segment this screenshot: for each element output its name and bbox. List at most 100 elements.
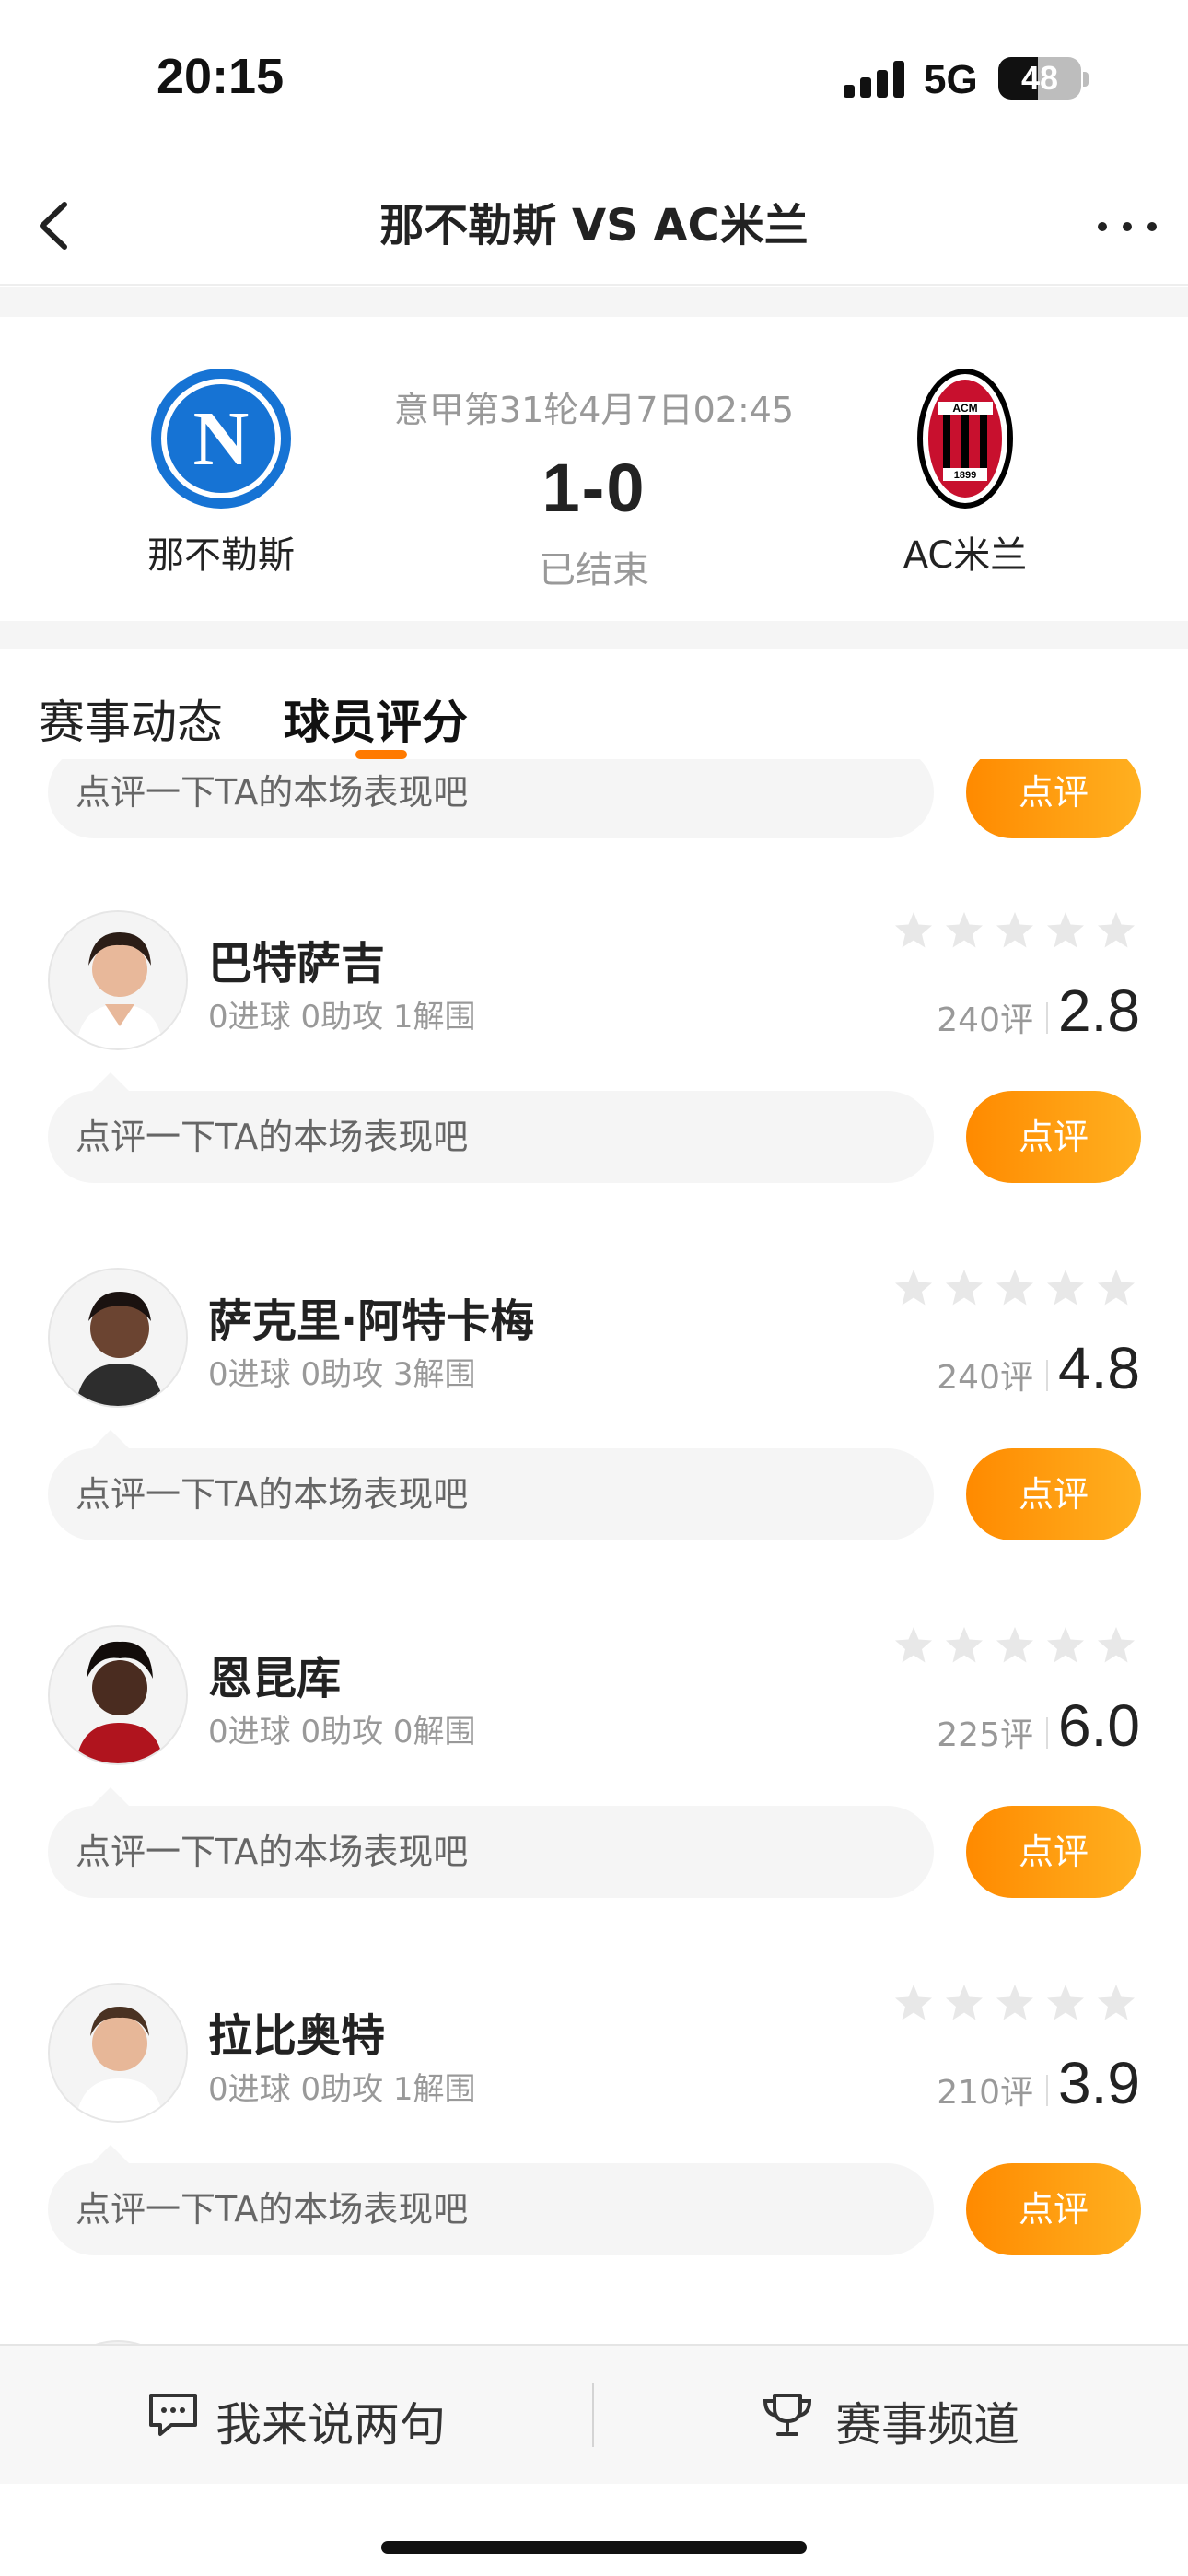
star-icon[interactable]	[1045, 1983, 1086, 2023]
rate-button[interactable]: 点评	[966, 2163, 1141, 2255]
status-bar: 20:15 5G 48	[0, 0, 1188, 138]
home-team[interactable]: N 那不勒斯	[101, 365, 341, 579]
more-button[interactable]	[1090, 193, 1164, 258]
section-divider	[0, 287, 1188, 317]
star-icon[interactable]	[1045, 1625, 1086, 1666]
napoli-logo: N	[147, 365, 295, 512]
rating-stars[interactable]	[893, 910, 1136, 954]
count-divider	[1046, 1717, 1048, 1749]
comment-input[interactable]: 点评一下TA的本场表现吧	[48, 1091, 934, 1183]
rate-button[interactable]: 点评	[966, 1806, 1141, 1898]
ac-milan-logo: ACM 1899	[891, 365, 1039, 512]
avatar[interactable]	[48, 1983, 188, 2123]
svg-text:1899: 1899	[954, 470, 976, 481]
away-team-name: AC米兰	[903, 534, 1028, 577]
review-count: 210评	[937, 2074, 1033, 2112]
player-name: 恩昆库	[208, 1653, 342, 1704]
star-icon[interactable]	[944, 1625, 984, 1666]
star-icon[interactable]	[944, 1268, 984, 1308]
bubble-tail	[92, 1430, 129, 1448]
comment-button[interactable]: 我来说两句	[0, 2346, 594, 2484]
match-header: N 那不勒斯 意甲第31轮4月7日02:45 1-0 已结束 ACM 1899 …	[0, 317, 1188, 621]
star-icon[interactable]	[1045, 1268, 1086, 1308]
battery-level: 48	[1020, 59, 1059, 97]
star-icon[interactable]	[893, 910, 934, 951]
review-count: 225评	[937, 1716, 1033, 1754]
rate-button[interactable]: 点评	[966, 1448, 1141, 1540]
comment-input[interactable]: 点评一下TA的本场表现吧	[48, 1448, 934, 1540]
avatar[interactable]	[48, 1268, 188, 1408]
star-icon[interactable]	[1096, 1983, 1136, 2023]
star-icon[interactable]	[893, 1625, 934, 1666]
player-card: 巴特萨吉 0进球 0助攻 1解围 240评 2.8 点评一下TA的本场表现吧 点…	[0, 910, 1188, 1268]
rate-button[interactable]: 点评	[966, 759, 1141, 838]
star-icon[interactable]	[995, 910, 1035, 951]
star-icon[interactable]	[1045, 910, 1086, 951]
signal-icon	[844, 61, 904, 98]
player-rating: 4.8	[1058, 1335, 1140, 1401]
match-score: 1-0	[542, 450, 646, 526]
player-name: 巴特萨吉	[208, 938, 386, 989]
away-team[interactable]: ACM 1899 AC米兰	[845, 365, 1085, 579]
player-card: 点评一下TA的本场表现吧 点评	[0, 759, 1188, 923]
avatar[interactable]	[48, 1625, 188, 1765]
count-divider	[1046, 1360, 1048, 1391]
tab-bar: 赛事动态 球员评分	[0, 649, 1188, 759]
star-icon[interactable]	[995, 1625, 1035, 1666]
star-icon[interactable]	[995, 1983, 1035, 2023]
player-rating: 6.0	[1058, 1692, 1140, 1759]
channel-button-label: 赛事频道	[835, 2398, 1019, 2452]
rating-stars[interactable]	[893, 1983, 1136, 2027]
network-label: 5G	[924, 57, 978, 102]
match-summary: 意甲第31轮4月7日02:45 1-0 已结束	[364, 381, 824, 593]
rating-stars[interactable]	[893, 1268, 1136, 1312]
trophy-icon	[763, 2394, 812, 2436]
player-list[interactable]: 点评一下TA的本场表现吧 点评 巴特萨吉 0进球 0助攻 1解围 240评 2.…	[0, 759, 1188, 2344]
star-icon[interactable]	[995, 1268, 1035, 1308]
comment-input[interactable]: 点评一下TA的本场表现吧	[48, 759, 934, 838]
chat-icon	[149, 2394, 197, 2436]
player-rating: 2.8	[1058, 978, 1140, 1044]
channel-button[interactable]: 赛事频道	[594, 2346, 1188, 2484]
player-card: 拉比奥特 0进球 0助攻 1解围 210评 3.9 点评一下TA的本场表现吧 点…	[0, 1983, 1188, 2340]
count-divider	[1046, 2075, 1048, 2106]
comment-input[interactable]: 点评一下TA的本场表现吧	[48, 2163, 934, 2255]
player-card: 萨克里·阿特卡梅 0进球 0助攻 3解围 240评 4.8 点评一下TA的本场表…	[0, 1268, 1188, 1625]
count-divider	[1046, 1002, 1048, 1034]
bottom-bar: 我来说两句 赛事频道	[0, 2344, 1188, 2484]
match-status: 已结束	[539, 549, 649, 591]
home-team-name: 那不勒斯	[147, 534, 295, 577]
page-title: 那不勒斯 VS AC米兰	[379, 200, 809, 252]
avatar[interactable]	[48, 910, 188, 1050]
svg-text:N: N	[193, 396, 250, 482]
home-indicator	[381, 2541, 807, 2554]
review-count: 240评	[937, 1001, 1033, 1039]
player-name: 萨克里·阿特卡梅	[208, 1295, 535, 1347]
bubble-tail	[92, 1787, 129, 1806]
star-icon[interactable]	[944, 910, 984, 951]
player-name: 拉比奥特	[208, 2010, 386, 2062]
tab-match-events[interactable]: 赛事动态	[39, 685, 223, 752]
star-icon[interactable]	[1096, 1625, 1136, 1666]
star-icon[interactable]	[1096, 1268, 1136, 1308]
status-time: 20:15	[157, 49, 285, 104]
player-rating: 3.9	[1058, 2050, 1140, 2116]
comment-input[interactable]: 点评一下TA的本场表现吧	[48, 1806, 934, 1898]
svg-text:ACM: ACM	[952, 402, 977, 415]
active-tab-indicator	[355, 750, 407, 759]
player-stats: 0进球 0助攻 0解围	[208, 1714, 476, 1751]
player-stats: 0进球 0助攻 3解围	[208, 1356, 476, 1393]
player-stats: 0进球 0助攻 1解围	[208, 999, 476, 1036]
nav-bar: 那不勒斯 VS AC米兰	[0, 166, 1188, 286]
rate-button[interactable]: 点评	[966, 1091, 1141, 1183]
battery-icon: 48	[998, 57, 1081, 100]
star-icon[interactable]	[893, 1983, 934, 2023]
star-icon[interactable]	[944, 1983, 984, 2023]
star-icon[interactable]	[893, 1268, 934, 1308]
match-info: 意甲第31轮4月7日02:45	[393, 390, 795, 430]
bubble-tail	[92, 2145, 129, 2163]
section-divider	[0, 621, 1188, 649]
star-icon[interactable]	[1096, 910, 1136, 951]
rating-stars[interactable]	[893, 1625, 1136, 1669]
tab-player-ratings[interactable]: 球员评分	[284, 685, 468, 752]
